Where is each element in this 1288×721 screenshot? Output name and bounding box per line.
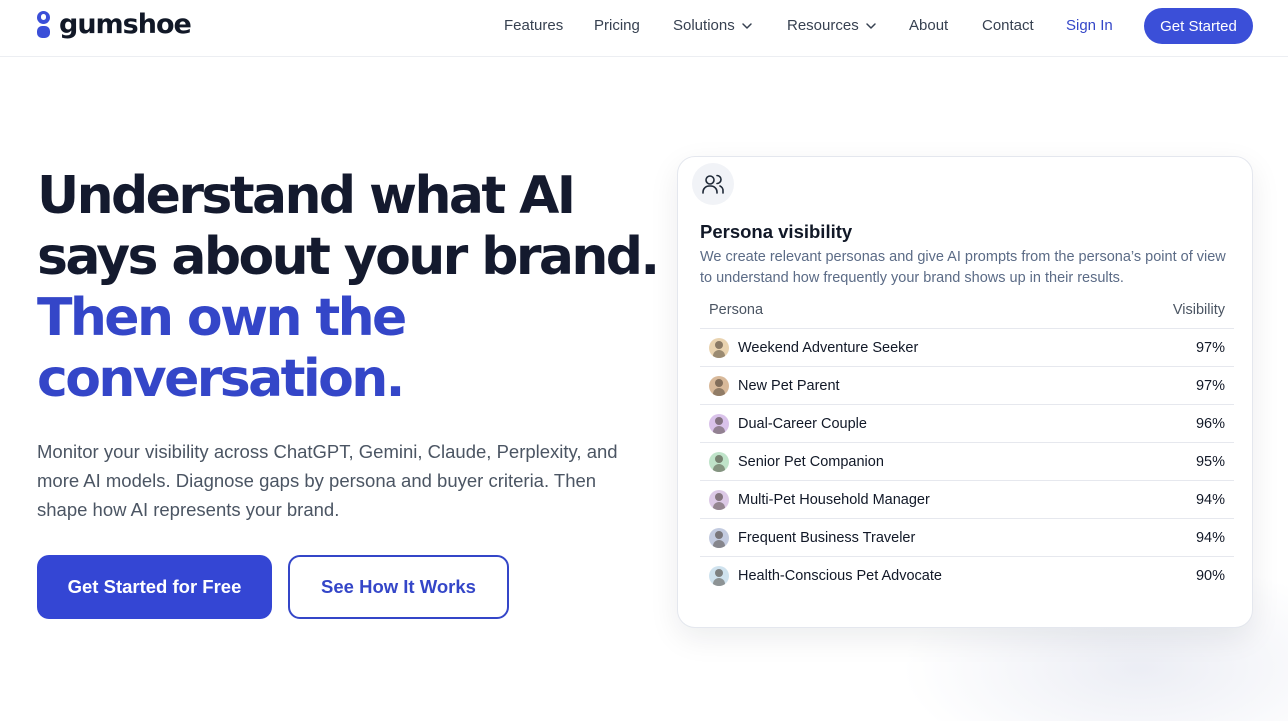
visibility-value: 97%: [1195, 339, 1225, 356]
hero-title-line-3: Then own the: [37, 288, 407, 348]
hero-subtitle: Monitor your visibility across ChatGPT, …: [37, 441, 618, 520]
card-description: We create relevant personas and give AI …: [700, 249, 1226, 286]
table-row: Frequent Business Traveler 94%: [700, 519, 1234, 557]
nav-resources-label: Resources: [787, 17, 859, 34]
persona-name: New Pet Parent: [738, 377, 840, 394]
persona-name: Frequent Business Traveler: [738, 529, 916, 546]
visibility-value: 96%: [1195, 415, 1225, 432]
get-started-button[interactable]: Get Started: [1144, 8, 1253, 44]
table-row: Multi-Pet Household Manager 94%: [700, 481, 1234, 519]
nav-features[interactable]: Features: [504, 17, 563, 34]
table-row: New Pet Parent 97%: [700, 367, 1234, 405]
persona-cell: Weekend Adventure Seeker: [709, 337, 919, 358]
logo-icon: [37, 10, 51, 39]
logo[interactable]: gumshoe: [37, 9, 192, 40]
nav-resources[interactable]: Resources: [787, 17, 877, 34]
nav-contact[interactable]: Contact: [982, 17, 1034, 34]
persona-cell: Dual-Career Couple: [709, 413, 867, 434]
persona-name: Dual-Career Couple: [738, 415, 867, 432]
logo-text: gumshoe: [59, 9, 192, 40]
persona-avatar: [709, 527, 729, 548]
persona-table: Persona Visibility Weekend Adventure See…: [700, 291, 1234, 595]
chevron-down-icon: [741, 22, 752, 29]
hero-title-line-4: conversation.: [37, 349, 405, 409]
visibility-value: 90%: [1195, 568, 1225, 584]
site-header: gumshoe Features Pricing Solutions Resou…: [0, 0, 1288, 57]
persona-visibility-card: Persona visibility We create relevant pe…: [677, 156, 1253, 628]
persona-name: Health-Conscious Pet Advocate: [738, 568, 942, 584]
visibility-value: 94%: [1195, 529, 1225, 546]
sign-in-link[interactable]: Sign In: [1066, 17, 1113, 34]
hero-title-line-2: says about your brand.: [37, 227, 660, 287]
card-title: Persona visibility: [700, 221, 853, 242]
persona-avatar: [709, 489, 729, 510]
table-row: Health-Conscious Pet Advocate 90%: [700, 557, 1234, 595]
visibility-value: 97%: [1195, 377, 1225, 394]
persona-name: Weekend Adventure Seeker: [738, 339, 919, 356]
persona-name: Multi-Pet Household Manager: [738, 491, 930, 508]
persona-cell: Multi-Pet Household Manager: [709, 489, 930, 510]
hero-title-line-1: Understand what AI: [37, 166, 576, 226]
users-icon: [692, 163, 734, 205]
persona-cell: New Pet Parent: [709, 375, 840, 396]
persona-cell: Frequent Business Traveler: [709, 527, 916, 548]
table-row: Dual-Career Couple 96%: [700, 405, 1234, 443]
visibility-value: 95%: [1195, 453, 1225, 470]
persona-avatar: [709, 375, 729, 396]
chevron-down-icon: [865, 22, 876, 29]
persona-avatar: [709, 337, 729, 358]
nav-solutions-label: Solutions: [673, 17, 735, 34]
table-row: Weekend Adventure Seeker 97%: [700, 329, 1234, 367]
nav-solutions[interactable]: Solutions: [673, 17, 753, 34]
persona-name: Senior Pet Companion: [738, 453, 884, 470]
table-header: Persona Visibility: [700, 291, 1234, 329]
hero-title: Understand what AI says about your brand…: [37, 166, 660, 410]
see-how-it-works-button[interactable]: See How It Works: [288, 555, 509, 619]
table-row: Senior Pet Companion 95%: [700, 443, 1234, 481]
persona-cell: Senior Pet Companion: [709, 451, 884, 472]
nav-about[interactable]: About: [909, 17, 948, 34]
visibility-value: 94%: [1195, 491, 1225, 508]
get-started-free-button[interactable]: Get Started for Free: [37, 555, 272, 619]
persona-avatar: [709, 451, 729, 472]
column-header-persona: Persona: [709, 301, 764, 318]
nav-pricing[interactable]: Pricing: [594, 17, 640, 34]
persona-avatar: [709, 566, 729, 586]
column-header-visibility: Visibility: [1172, 301, 1225, 318]
persona-cell: Health-Conscious Pet Advocate: [709, 566, 942, 586]
persona-avatar: [709, 413, 729, 434]
